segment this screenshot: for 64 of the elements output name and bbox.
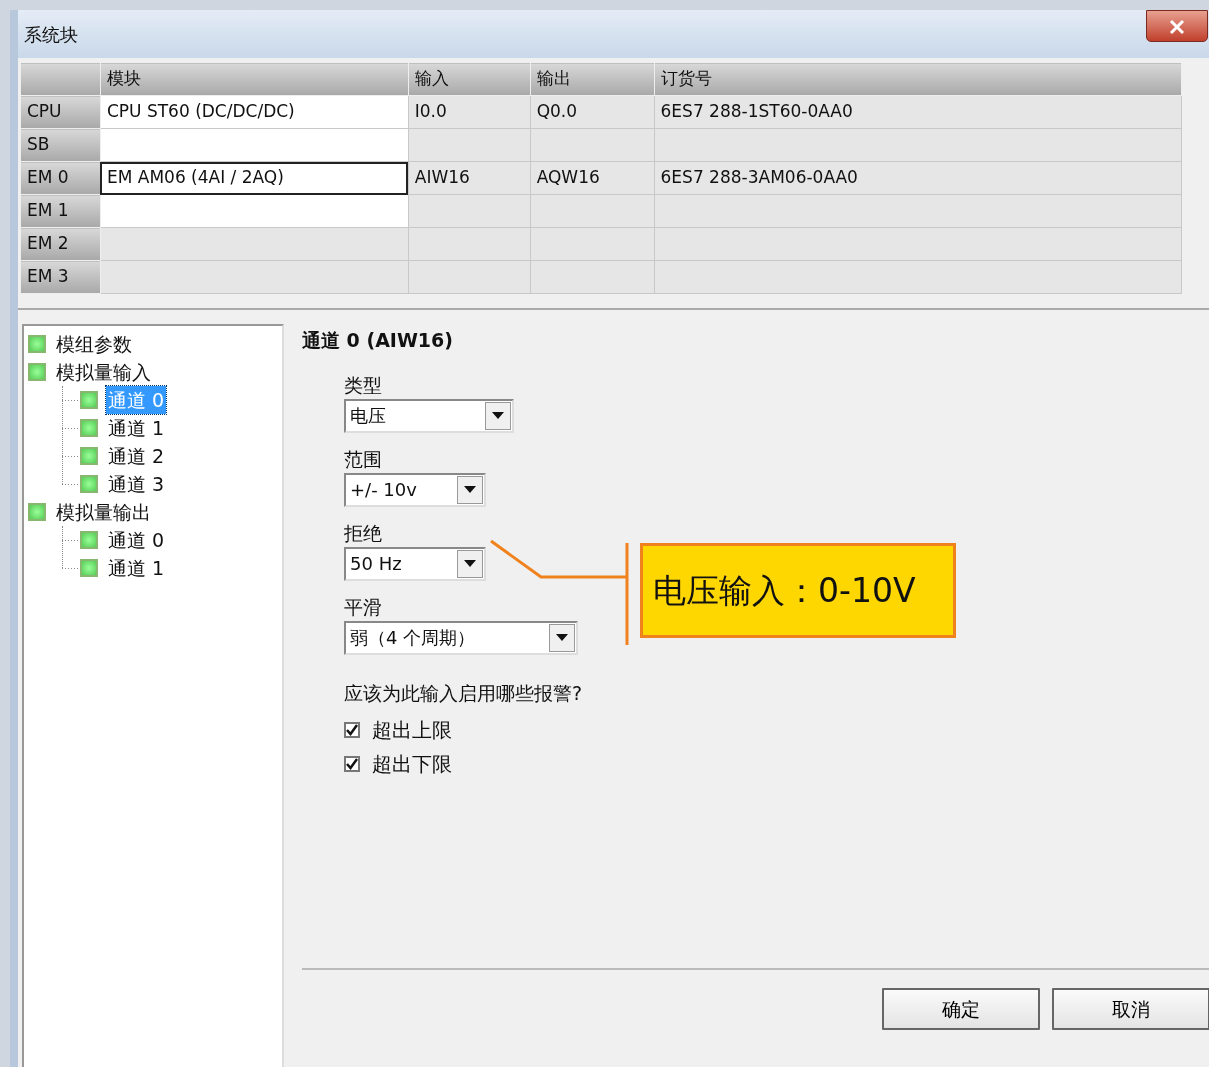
node-icon <box>62 474 98 494</box>
row-header: EM 1 <box>20 194 101 228</box>
table-cell[interactable] <box>100 194 409 228</box>
cancel-button[interactable]: 取消 <box>1052 988 1209 1030</box>
row-header: EM 0 <box>20 161 101 195</box>
row-header: SB <box>20 128 101 162</box>
table-cell[interactable] <box>100 128 409 162</box>
table-cell[interactable]: EM AM06 (4AI / 2AQ) <box>100 161 409 195</box>
field-label: 类型 <box>344 372 382 397</box>
node-icon <box>62 390 98 410</box>
table-cell: I0.0 <box>408 95 531 129</box>
dropdown[interactable]: 弱（4 个周期） <box>344 620 578 655</box>
node-icon <box>62 446 98 466</box>
node-icon <box>62 530 98 550</box>
ok-button[interactable]: 确定 <box>882 988 1040 1030</box>
column-header: 输入 <box>408 62 531 96</box>
field-label: 平滑 <box>344 594 382 619</box>
dropdown[interactable]: 50 Hz <box>344 546 486 581</box>
tree-item[interactable]: 模拟量输出 <box>54 497 153 527</box>
tree-item[interactable]: 通道 3 <box>106 469 167 499</box>
table-cell: 6ES7 288-1ST60-0AA0 <box>654 95 1182 129</box>
row-header: EM 2 <box>20 227 101 261</box>
table-cell: AQW16 <box>530 161 655 195</box>
row-header: CPU <box>20 95 101 129</box>
table-cell[interactable] <box>100 227 409 261</box>
tree-item[interactable]: 通道 0 <box>106 525 167 555</box>
tree-line <box>62 526 63 568</box>
tree-item[interactable]: 通道 2 <box>106 441 167 471</box>
checkbox[interactable] <box>344 756 360 772</box>
tree-item[interactable]: 模组参数 <box>54 329 134 359</box>
window-title: 系统块 <box>24 22 78 47</box>
caret-icon <box>492 412 504 419</box>
field-label: 拒绝 <box>344 520 382 545</box>
caret-icon <box>464 486 476 493</box>
tree-item[interactable]: 模拟量输入 <box>54 357 153 387</box>
column-header: 模块 <box>100 62 409 96</box>
row-header: EM 3 <box>20 260 101 294</box>
dropdown[interactable]: 电压 <box>344 398 514 433</box>
column-header: 输出 <box>530 62 655 96</box>
table-cell: AIW16 <box>408 161 531 195</box>
node-icon <box>62 418 98 438</box>
column-header: 订货号 <box>654 62 1182 96</box>
table-cell[interactable]: CPU ST60 (DC/DC/DC) <box>100 95 409 129</box>
table-cell[interactable] <box>100 260 409 294</box>
node-icon <box>28 363 46 381</box>
question-text: 应该为此输入启用哪些报警? <box>344 680 584 706</box>
table-cell: Q0.0 <box>530 95 655 129</box>
close-icon <box>1167 18 1187 35</box>
caret-icon <box>464 560 476 567</box>
section-heading: 通道 0 (AIW16) <box>302 328 454 353</box>
checkbox[interactable] <box>344 722 360 738</box>
checkbox-label: 超出上限 <box>372 717 452 744</box>
node-icon <box>62 558 98 578</box>
node-icon <box>28 503 46 521</box>
dropdown[interactable]: +/- 10v <box>344 472 486 507</box>
tree-item[interactable]: 通道 1 <box>106 413 167 443</box>
tree-item[interactable]: 通道 1 <box>106 553 167 583</box>
caret-icon <box>556 634 568 641</box>
callout-label: 电压输入：0-10V <box>640 543 956 638</box>
checkbox-label: 超出下限 <box>372 751 452 778</box>
table-cell: 6ES7 288-3AM06-0AA0 <box>654 161 1182 195</box>
node-icon <box>28 335 46 353</box>
field-label: 范围 <box>344 446 382 471</box>
close-button[interactable] <box>1146 10 1208 42</box>
